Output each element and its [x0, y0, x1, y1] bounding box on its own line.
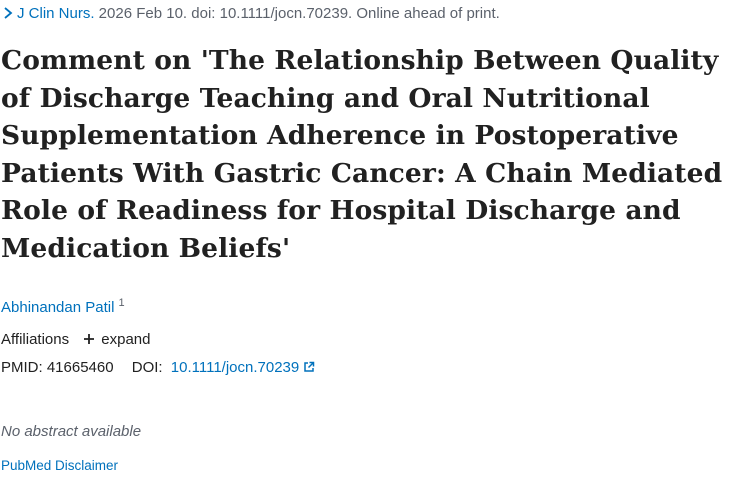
- author-link[interactable]: Abhinandan Patil: [1, 299, 114, 316]
- external-link-icon: [304, 361, 315, 372]
- affiliations-expand-button[interactable]: expand: [83, 331, 150, 348]
- no-abstract-text: No abstract available: [1, 423, 142, 440]
- chevron-right-icon[interactable]: [2, 6, 15, 20]
- pmid-label: PMID:: [1, 359, 43, 376]
- author-list: Abhinandan Patil 1: [1, 293, 125, 318]
- expand-label: expand: [101, 331, 151, 348]
- identifiers-row: PMID: 41665460 DOI: 10.1111/jocn.70239: [1, 358, 315, 378]
- pubmed-disclaimer-link[interactable]: PubMed Disclaimer: [1, 457, 118, 475]
- plus-icon: [84, 334, 95, 344]
- journal-link[interactable]: J Clin Nurs.: [17, 5, 95, 22]
- doi-link[interactable]: 10.1111/jocn.70239: [171, 359, 315, 376]
- affiliation-ref[interactable]: 1: [118, 297, 124, 309]
- affiliations-row: Affiliations expand: [1, 330, 150, 350]
- citation-details: 2026 Feb 10. doi: 10.1111/jocn.70239. On…: [94, 5, 500, 22]
- article-title: Comment on 'The Relationship Between Qua…: [1, 45, 723, 264]
- pmid-value: 41665460: [46, 359, 114, 376]
- affiliations-label: Affiliations: [1, 331, 70, 348]
- doi-label: DOI:: [131, 359, 163, 376]
- doi-value: 10.1111/jocn.70239: [170, 359, 300, 376]
- citation-line: J Clin Nurs. 2026 Feb 10. doi: 10.1111/j…: [2, 4, 500, 24]
